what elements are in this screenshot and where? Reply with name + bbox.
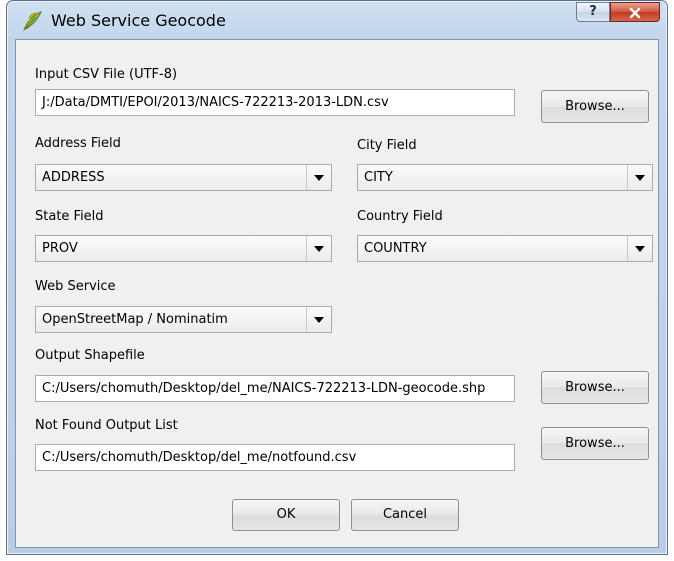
city-field-value: CITY bbox=[364, 170, 393, 185]
state-field-label: State Field bbox=[35, 209, 104, 224]
input-csv-field[interactable]: J:/Data/DMTI/EPOI/2013/NAICS-722213-2013… bbox=[35, 89, 515, 116]
window-title: Web Service Geocode bbox=[51, 11, 226, 30]
ok-button[interactable]: OK bbox=[232, 499, 340, 531]
state-field-value: PROV bbox=[42, 241, 78, 256]
country-field-value: COUNTRY bbox=[364, 241, 427, 256]
close-icon bbox=[628, 7, 642, 24]
output-shapefile-browse-button[interactable]: Browse... bbox=[541, 371, 649, 404]
web-service-value: OpenStreetMap / Nominatim bbox=[42, 312, 228, 327]
geocode-dialog: Web Service Geocode ? Input CSV File (UT… bbox=[6, 0, 668, 555]
not-found-browse-button[interactable]: Browse... bbox=[541, 427, 649, 460]
help-button[interactable]: ? bbox=[576, 2, 610, 22]
chevron-down-icon[interactable] bbox=[627, 165, 652, 190]
address-field-label: Address Field bbox=[35, 136, 121, 151]
title-bar[interactable]: Web Service Geocode ? bbox=[7, 1, 667, 39]
chevron-down-icon[interactable] bbox=[306, 165, 331, 190]
output-shapefile-field[interactable]: C:/Users/chomuth/Desktop/del_me/NAICS-72… bbox=[35, 375, 515, 402]
qgis-leaf-icon bbox=[21, 10, 43, 32]
chevron-down-icon[interactable] bbox=[627, 236, 652, 261]
address-field-select[interactable]: ADDRESS bbox=[35, 164, 332, 191]
input-csv-label: Input CSV File (UTF-8) bbox=[35, 67, 178, 82]
state-field-select[interactable]: PROV bbox=[35, 235, 332, 262]
chevron-down-icon[interactable] bbox=[306, 307, 331, 332]
cancel-button[interactable]: Cancel bbox=[351, 499, 459, 531]
city-field-label: City Field bbox=[357, 138, 417, 153]
output-shapefile-label: Output Shapefile bbox=[35, 348, 145, 363]
web-service-select[interactable]: OpenStreetMap / Nominatim bbox=[35, 306, 332, 333]
help-icon: ? bbox=[589, 4, 597, 19]
chevron-down-icon[interactable] bbox=[306, 236, 331, 261]
dialog-body: Input CSV File (UTF-8) J:/Data/DMTI/EPOI… bbox=[15, 39, 659, 548]
not-found-field[interactable]: C:/Users/chomuth/Desktop/del_me/notfound… bbox=[35, 444, 515, 471]
address-field-value: ADDRESS bbox=[42, 170, 105, 185]
country-field-select[interactable]: COUNTRY bbox=[357, 235, 653, 262]
not-found-label: Not Found Output List bbox=[35, 418, 178, 433]
input-csv-browse-button[interactable]: Browse... bbox=[541, 90, 649, 123]
city-field-select[interactable]: CITY bbox=[357, 164, 653, 191]
close-button[interactable] bbox=[610, 2, 660, 22]
web-service-label: Web Service bbox=[35, 279, 116, 294]
country-field-label: Country Field bbox=[357, 209, 443, 224]
